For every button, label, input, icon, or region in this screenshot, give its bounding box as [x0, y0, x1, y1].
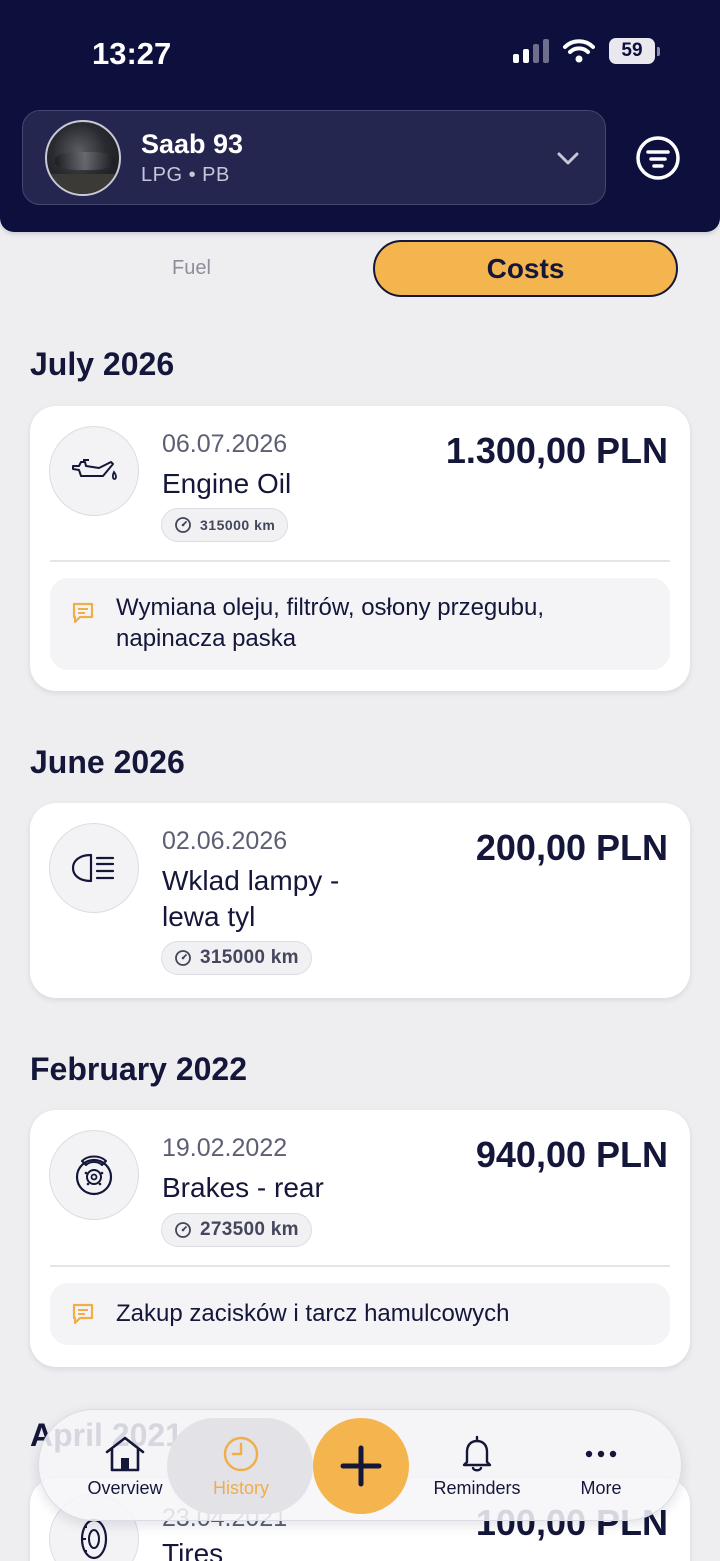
bell-icon: [462, 1435, 492, 1471]
entry-date: 02.06.2026: [162, 827, 288, 855]
clock-icon: [223, 1436, 259, 1471]
entry-note: Wymiana oleju, filtrów, osłony przegubu,…: [50, 578, 670, 670]
entry-title: Tires: [162, 1538, 224, 1561]
cost-entry-card[interactable]: 06.07.2026 Engine Oil 1.300,00 PLN 31500…: [30, 406, 690, 691]
battery-level: 59: [609, 38, 655, 64]
entry-title: Wklad lampy - lewa tyl: [162, 865, 340, 932]
filter-icon[interactable]: [634, 134, 682, 182]
vehicle-fuel-types: LPG • PB: [141, 164, 230, 186]
cellular-signal-icon: [513, 39, 549, 63]
headlight-icon: [49, 823, 139, 913]
battery-icon: 59: [609, 38, 660, 64]
month-header: July 2026: [30, 346, 175, 382]
odometer-value: 273500 km: [200, 1219, 299, 1240]
nav-label: History: [212, 1477, 269, 1498]
speedometer-icon: [175, 950, 191, 966]
chevron-down-icon: [557, 152, 579, 165]
bottom-navigation: Overview History Reminders More: [38, 1409, 682, 1521]
entry-title: Engine Oil: [162, 468, 292, 499]
cost-entry-card[interactable]: 19.02.2022 Brakes - rear 940,00 PLN 2735…: [30, 1110, 690, 1367]
card-divider: [50, 560, 670, 562]
card-divider: [50, 1265, 670, 1267]
oil-can-icon: [49, 426, 139, 516]
speedometer-icon: [175, 517, 191, 533]
nav-reminders[interactable]: Reminders: [423, 1410, 531, 1522]
brake-disc-icon: [49, 1130, 139, 1220]
nav-label: Reminders: [433, 1477, 521, 1498]
more-dots-icon: [585, 1450, 617, 1457]
app-header: 13:27 59 Saab 93 LPG • PB: [0, 0, 720, 232]
odometer-badge: 315000 km: [161, 508, 289, 542]
comment-icon: [72, 1303, 94, 1325]
odometer-badge: 315000 km: [161, 941, 312, 975]
vehicle-selector[interactable]: Saab 93 LPG • PB: [22, 110, 606, 205]
vehicle-name: Saab 93: [141, 129, 244, 159]
entry-date: 19.02.2022: [162, 1134, 288, 1162]
odometer-badge: 273500 km: [161, 1213, 312, 1247]
plus-icon: [340, 1445, 382, 1487]
entry-date: 06.07.2026: [162, 430, 288, 458]
entry-amount: 1.300,00 PLN: [445, 430, 668, 471]
entry-note: Zakup zacisków i tarcz hamulcowych: [50, 1283, 670, 1345]
note-text: Wymiana oleju, filtrów, osłony przegubu,…: [116, 594, 544, 652]
month-header: February 2022: [30, 1051, 248, 1087]
vehicle-photo: [45, 120, 121, 196]
nav-label: More: [580, 1477, 622, 1498]
odometer-value: 315000 km: [200, 517, 276, 533]
note-text: Zakup zacisków i tarcz hamulcowych: [116, 1300, 510, 1327]
nav-more[interactable]: More: [551, 1410, 651, 1522]
entry-amount: 940,00 PLN: [475, 1134, 668, 1175]
cost-entry-card[interactable]: 02.06.2026 Wklad lampy - lewa tyl 200,00…: [30, 803, 690, 998]
nav-history[interactable]: History: [189, 1410, 293, 1522]
nav-label: Overview: [87, 1477, 163, 1498]
month-header: June 2026: [30, 744, 185, 780]
odometer-value: 315000 km: [200, 947, 299, 968]
wifi-icon: [563, 39, 595, 63]
speedometer-icon: [175, 1222, 191, 1238]
tab-fuel[interactable]: Fuel: [172, 257, 211, 280]
entry-title: Brakes - rear: [162, 1172, 324, 1203]
status-time: 13:27: [92, 36, 172, 71]
home-icon: [105, 1436, 145, 1471]
tab-costs[interactable]: Costs: [373, 240, 678, 297]
comment-icon: [72, 602, 94, 624]
nav-overview[interactable]: Overview: [75, 1410, 175, 1522]
status-icons: 59: [513, 38, 660, 64]
entry-amount: 200,00 PLN: [475, 827, 668, 868]
add-entry-button[interactable]: [313, 1418, 409, 1514]
